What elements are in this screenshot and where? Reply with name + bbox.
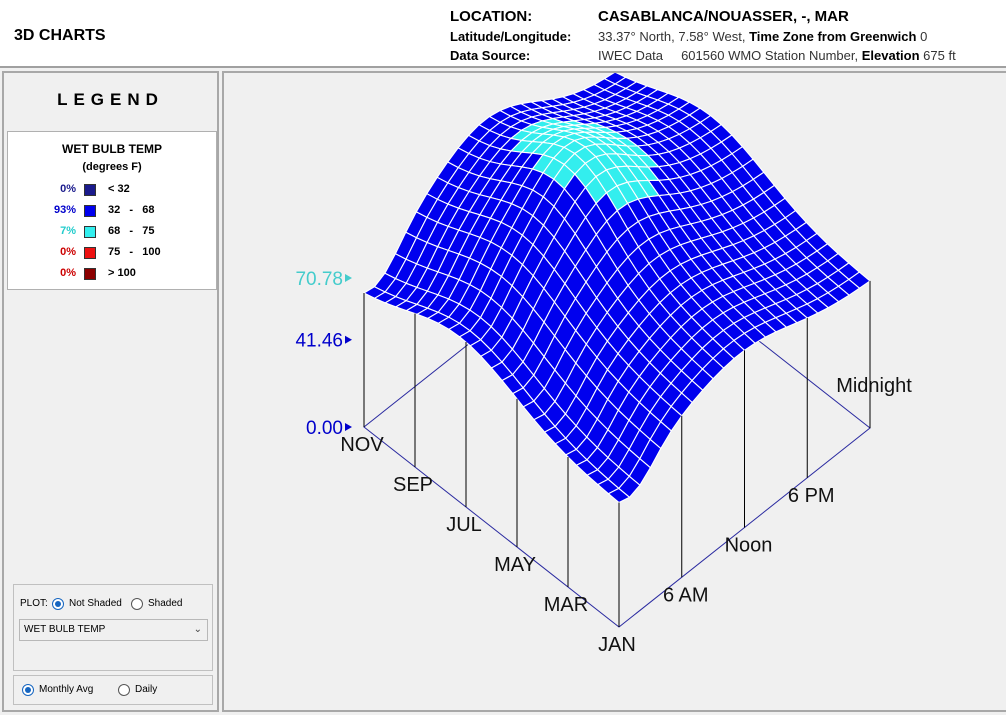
legend-row: 0% < 32 bbox=[8, 183, 216, 199]
not-shaded-label[interactable]: Not Shaded bbox=[69, 598, 122, 609]
source-line: IWEC Data 601560 WMO Station Number, Ele… bbox=[598, 48, 956, 63]
elevation-label: Elevation bbox=[861, 48, 920, 63]
period-panel: Monthly Avg Daily bbox=[13, 675, 213, 705]
timezone-value: 0 bbox=[920, 29, 928, 44]
latlong-line: 33.37° North, 7.58° West, Time Zone from… bbox=[598, 29, 927, 44]
chart-area: JAN MAR MAY JUL SEP NOV 6 AM Noon 6 PM Midnight 70… bbox=[222, 71, 1006, 712]
plot-options-panel: PLOT: Not Shaded Shaded WET BULB TEMP ⌄ bbox=[13, 584, 213, 671]
location-value: CASABLANCA/NOUASSER, -, MAR bbox=[598, 8, 849, 25]
legend-row: 7% 68 - 75 bbox=[8, 225, 216, 241]
hour-label: Midnight bbox=[836, 375, 912, 397]
plot-label: PLOT: bbox=[20, 598, 48, 609]
daily-radio[interactable] bbox=[118, 684, 130, 696]
app-window: 3D CHARTS LOCATION: CASABLANCA/NOUASSER,… bbox=[0, 0, 1006, 715]
legend-box: WET BULB TEMP (degrees F) 0% < 32 93% 32 - … bbox=[7, 131, 217, 290]
monthly-avg-label[interactable]: Monthly Avg bbox=[39, 684, 93, 695]
legend-units: (degrees F) bbox=[82, 161, 142, 173]
app-title: 3D CHARTS bbox=[14, 27, 106, 44]
legend-range: > 100 bbox=[108, 267, 136, 279]
z-axis-marker bbox=[345, 423, 352, 431]
legend-percent: 0% bbox=[60, 267, 76, 279]
z-axis-marker bbox=[345, 335, 352, 344]
hour-label: 6 PM bbox=[788, 485, 835, 507]
elevation-value: 675 ft bbox=[923, 48, 956, 63]
z-axis-label: 70.78 bbox=[295, 269, 343, 290]
legend-range: 75 - 100 bbox=[108, 246, 161, 258]
header: 3D CHARTS LOCATION: CASABLANCA/NOUASSER,… bbox=[0, 0, 1006, 68]
variable-select-value: WET BULB TEMP bbox=[24, 624, 106, 635]
latlong-label: Latitude/Longitude: bbox=[450, 29, 572, 44]
surface-chart[interactable]: JAN MAR MAY JUL SEP NOV 6 AM Noon 6 PM Midnight 70… bbox=[224, 73, 1006, 710]
legend-swatch bbox=[84, 268, 96, 280]
legend-range: < 32 bbox=[108, 183, 130, 195]
month-label: MAY bbox=[494, 554, 536, 576]
latlong-value: 33.37° North, 7.58° West, bbox=[598, 29, 746, 44]
legend-row: 93% 32 - 68 bbox=[8, 204, 216, 220]
legend-range: 68 - 75 bbox=[108, 225, 155, 237]
shaded-radio[interactable] bbox=[131, 598, 143, 610]
variable-select[interactable]: WET BULB TEMP ⌄ bbox=[19, 619, 208, 641]
month-label: MAR bbox=[544, 594, 588, 616]
chevron-down-icon: ⌄ bbox=[193, 624, 202, 635]
location-label: LOCATION: bbox=[450, 8, 533, 25]
sidebar: LEGEND WET BULB TEMP (degrees F) 0% < 32 9… bbox=[2, 71, 219, 712]
legend-swatch bbox=[84, 184, 96, 196]
legend-swatch bbox=[84, 205, 96, 217]
z-axis-label: 41.46 bbox=[295, 331, 343, 352]
source-value: IWEC Data bbox=[598, 48, 664, 63]
hour-label: Noon bbox=[725, 535, 773, 557]
month-label: SEP bbox=[393, 474, 433, 496]
shaded-label[interactable]: Shaded bbox=[148, 598, 182, 609]
daily-label[interactable]: Daily bbox=[135, 684, 157, 695]
monthly-avg-radio[interactable] bbox=[22, 684, 34, 696]
z-axis-label: 0.00 bbox=[306, 418, 343, 439]
legend-percent: 93% bbox=[53, 204, 76, 216]
legend-row: 0% > 100 bbox=[8, 267, 216, 283]
month-label: JAN bbox=[598, 634, 636, 656]
legend-percent: 0% bbox=[60, 246, 76, 258]
legend-swatch bbox=[84, 226, 96, 238]
timezone-label: Time Zone from Greenwich bbox=[749, 29, 917, 44]
month-label: NOV bbox=[340, 434, 384, 456]
month-label: JUL bbox=[446, 514, 482, 536]
legend-swatch bbox=[84, 247, 96, 259]
legend-heading: LEGEND bbox=[57, 90, 164, 109]
source-label: Data Source: bbox=[450, 48, 531, 63]
legend-title: WET BULB TEMP bbox=[62, 142, 162, 156]
legend-row: 0% 75 - 100 bbox=[8, 246, 216, 262]
z-axis-marker bbox=[345, 274, 352, 282]
legend-percent: 7% bbox=[60, 225, 76, 237]
station-value: 601560 WMO Station Number, bbox=[681, 48, 859, 63]
not-shaded-radio[interactable] bbox=[52, 598, 64, 610]
hour-label: 6 AM bbox=[663, 584, 709, 606]
legend-range: 32 - 68 bbox=[108, 204, 155, 216]
legend-percent: 0% bbox=[60, 183, 76, 195]
